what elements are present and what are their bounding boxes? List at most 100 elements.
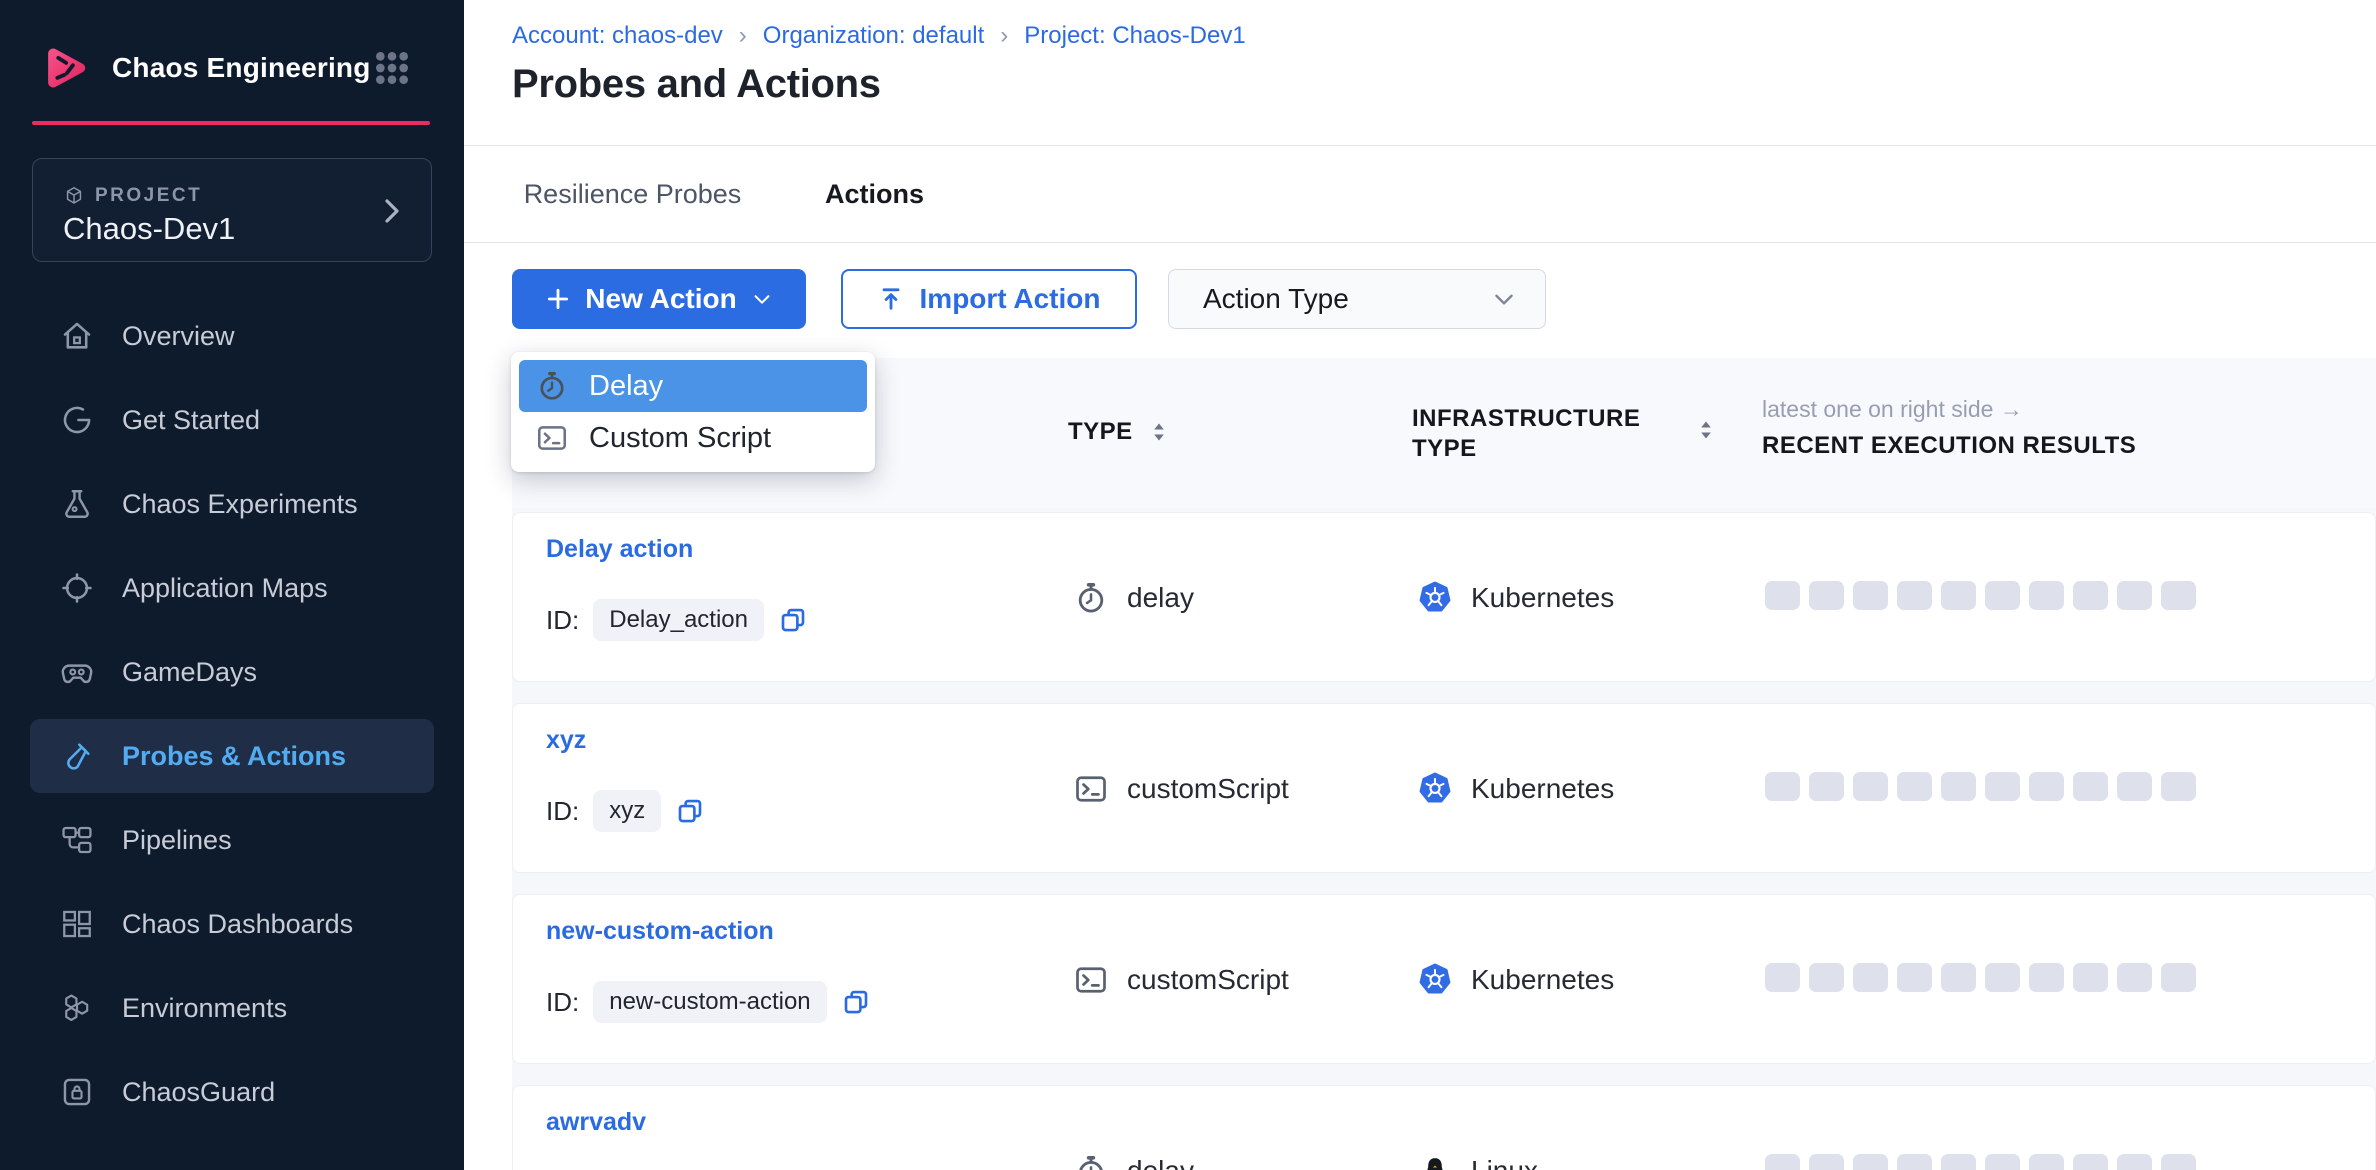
copy-icon[interactable] <box>675 796 705 826</box>
chevron-down-icon <box>1491 286 1517 312</box>
execution-result-placeholder <box>2117 1154 2152 1170</box>
action-id-value: Delay_action <box>593 599 764 641</box>
execution-result-placeholder <box>2029 1154 2064 1170</box>
action-id-value: new-custom-action <box>593 981 826 1023</box>
sidebar-item-probes-actions[interactable]: Probes & Actions <box>30 719 434 793</box>
sidebar-item-application-maps[interactable]: Application Maps <box>30 551 434 625</box>
table-row[interactable]: xyz ID: xyz customScript Kubernetes <box>512 703 2376 873</box>
sidebar-item-pipelines[interactable]: Pipelines <box>30 803 434 877</box>
sort-icon[interactable] <box>1698 418 1714 442</box>
id-label: ID: <box>546 987 579 1018</box>
action-name-link[interactable]: Delay action <box>546 535 693 564</box>
project-name: Chaos-Dev1 <box>63 211 235 247</box>
execution-result-placeholder <box>2161 1154 2196 1170</box>
import-action-button[interactable]: Import Action <box>841 269 1137 329</box>
action-id-value: xyz <box>593 790 661 832</box>
tab-bar: Resilience Probes Actions <box>464 146 2376 243</box>
sort-icon[interactable] <box>1151 420 1167 444</box>
table-row[interactable]: awrvadv delay Linux <box>512 1085 2376 1170</box>
actions-table: TYPE INFRASTRUCTURE TYPE latest one on r… <box>512 358 2376 1170</box>
execution-result-placeholder <box>1985 772 2020 801</box>
dropdown-item-custom-script[interactable]: Custom Script <box>519 412 867 464</box>
execution-result-placeholder <box>2073 1154 2108 1170</box>
action-type-value: customScript <box>1127 773 1289 805</box>
id-label: ID: <box>546 605 579 636</box>
lock-icon <box>60 1075 94 1109</box>
sidebar-nav: Overview Get Started Chaos Experiments A… <box>30 299 434 1139</box>
execution-result-placeholder <box>2073 963 2108 992</box>
breadcrumb-organization-link[interactable]: Organization: default <box>763 22 984 50</box>
execution-result-placeholder <box>1853 581 1888 610</box>
recent-execution-results <box>1765 581 2196 610</box>
execution-result-placeholder <box>1985 1154 2020 1170</box>
execution-result-placeholder <box>1985 963 2020 992</box>
breadcrumb-account-link[interactable]: Account: chaos-dev <box>512 22 723 50</box>
cube-icon <box>63 185 85 207</box>
sidebar-item-gamedays[interactable]: GameDays <box>30 635 434 709</box>
column-header-infrastructure-type: INFRASTRUCTURE TYPE <box>1412 404 1672 464</box>
sidebar-item-environments[interactable]: Environments <box>30 971 434 1045</box>
action-name-link[interactable]: new-custom-action <box>546 917 774 946</box>
tab-resilience-probes[interactable]: Resilience Probes <box>512 146 753 243</box>
execution-result-placeholder <box>1765 1154 1800 1170</box>
id-label: ID: <box>546 796 579 827</box>
project-selector[interactable]: PROJECT Chaos-Dev1 <box>32 158 432 262</box>
table-row[interactable]: Delay action ID: Delay_action delay Kube… <box>512 512 2376 682</box>
breadcrumb-separator: › <box>739 22 747 50</box>
sidebar-item-get-started[interactable]: Get Started <box>30 383 434 457</box>
module-grid-icon[interactable] <box>372 48 412 88</box>
execution-result-placeholder <box>1941 1154 1976 1170</box>
stopwatch-icon <box>535 369 569 403</box>
execution-result-placeholder <box>2117 581 2152 610</box>
flask-icon <box>60 487 94 521</box>
dropdown-item-label: Delay <box>589 370 663 403</box>
sidebar-item-chaos-dashboards[interactable]: Chaos Dashboards <box>30 887 434 961</box>
action-type-select[interactable]: Action Type <box>1168 269 1546 329</box>
infrastructure-type-value: Linux <box>1471 1155 1538 1170</box>
app-title: Chaos Engineering <box>112 52 371 84</box>
infrastructure-type-value: Kubernetes <box>1471 964 1614 996</box>
terminal-icon <box>535 421 569 455</box>
kubernetes-icon <box>1417 771 1453 807</box>
kubernetes-icon <box>1417 580 1453 616</box>
hexagons-icon <box>60 991 94 1025</box>
chevron-down-icon <box>751 288 773 310</box>
execution-result-placeholder <box>1897 1154 1932 1170</box>
action-name-link[interactable]: xyz <box>546 726 586 755</box>
action-name-link[interactable]: awrvadv <box>546 1108 646 1137</box>
dashboards-icon <box>60 907 94 941</box>
execution-result-placeholder <box>2161 963 2196 992</box>
sidebar-item-label: Chaos Experiments <box>122 489 358 520</box>
copy-icon[interactable] <box>778 605 808 635</box>
execution-result-placeholder <box>2117 772 2152 801</box>
pipelines-icon <box>60 823 94 857</box>
action-type-value: Action Type <box>1203 283 1491 315</box>
infrastructure-type-value: Kubernetes <box>1471 582 1614 614</box>
new-action-button[interactable]: New Action <box>512 269 806 329</box>
execution-result-placeholder <box>1809 772 1844 801</box>
recent-execution-results <box>1765 963 2196 992</box>
copy-icon[interactable] <box>841 987 871 1017</box>
import-action-label: Import Action <box>920 283 1101 315</box>
execution-result-placeholder <box>1853 1154 1888 1170</box>
sidebar-item-overview[interactable]: Overview <box>30 299 434 373</box>
execution-result-placeholder <box>2029 772 2064 801</box>
dropdown-item-delay[interactable]: Delay <box>519 360 867 412</box>
chevron-right-icon <box>377 189 407 233</box>
brand-divider <box>32 121 430 125</box>
execution-result-placeholder <box>1853 963 1888 992</box>
toolbar: New Action Import Action Action Type <box>464 243 2376 358</box>
recent-execution-results <box>1765 772 2196 801</box>
execution-result-placeholder <box>2161 772 2196 801</box>
sidebar-item-label: Environments <box>122 993 287 1024</box>
execution-result-placeholder <box>1897 963 1932 992</box>
sidebar-item-chaos-experiments[interactable]: Chaos Experiments <box>30 467 434 541</box>
home-icon <box>60 319 94 353</box>
table-row[interactable]: new-custom-action ID: new-custom-action … <box>512 894 2376 1064</box>
new-action-label: New Action <box>585 283 736 315</box>
breadcrumb-project-link[interactable]: Project: Chaos-Dev1 <box>1024 22 1245 50</box>
sidebar-item-chaosguard[interactable]: ChaosGuard <box>30 1055 434 1129</box>
execution-result-placeholder <box>1809 1154 1844 1170</box>
tab-actions[interactable]: Actions <box>753 146 996 243</box>
sidebar-item-label: Get Started <box>122 405 260 436</box>
